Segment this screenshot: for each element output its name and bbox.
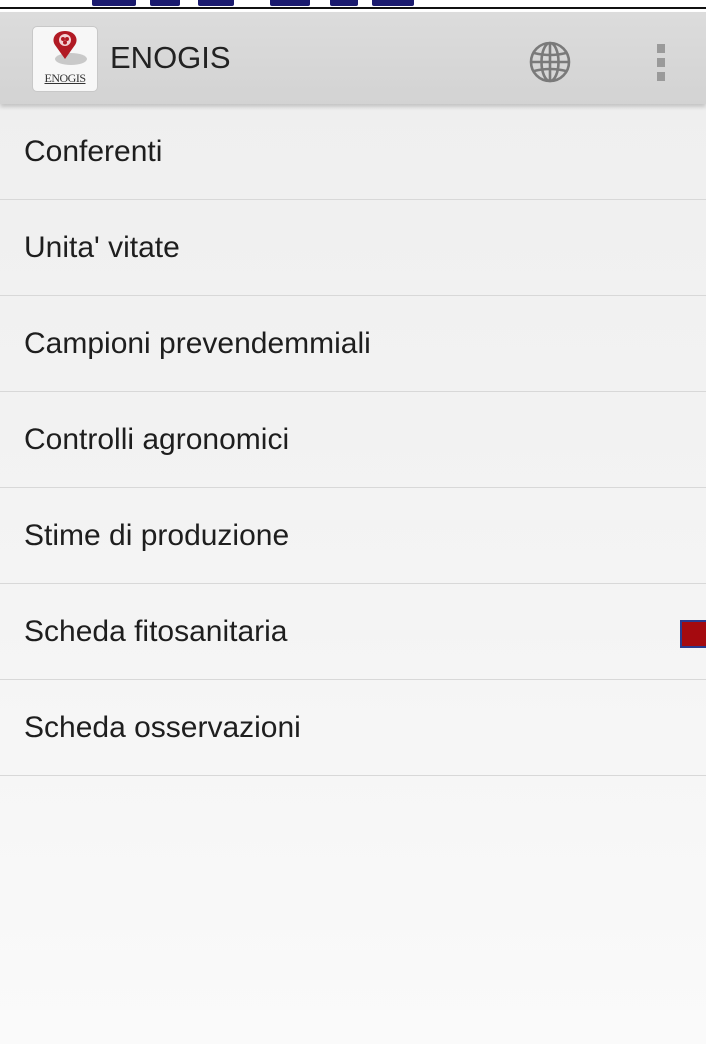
- top-edge-fragment: [150, 0, 180, 6]
- menu-item-campioni-prevendemmiali[interactable]: Campioni prevendemmiali: [0, 296, 706, 392]
- top-edge-strip: [0, 0, 706, 12]
- menu-item-label: Conferenti: [24, 135, 163, 168]
- overflow-menu-button[interactable]: [640, 34, 680, 90]
- overflow-dot: [657, 44, 665, 53]
- menu-item-label: Campioni prevendemmiali: [24, 327, 371, 360]
- menu-item-unita-vitate[interactable]: Unita' vitate: [0, 200, 706, 296]
- menu-item-label: Stime di produzione: [24, 519, 290, 552]
- menu-item-controlli-agronomici[interactable]: Controlli agronomici: [0, 392, 706, 488]
- menu-item-scheda-osservazioni[interactable]: Scheda osservazioni: [0, 680, 706, 776]
- top-edge-line: [0, 7, 706, 9]
- language-globe-button[interactable]: [524, 36, 576, 88]
- menu-item-label: Controlli agronomici: [24, 423, 290, 456]
- menu-item-label: Scheda osservazioni: [24, 711, 301, 744]
- menu-item-label: Scheda fitosanitaria: [24, 615, 288, 648]
- grape-leaf-pin-icon: [53, 31, 87, 65]
- menu-item-conferenti[interactable]: Conferenti: [0, 104, 706, 200]
- status-indicator: [680, 620, 706, 648]
- overflow-dot: [657, 58, 665, 67]
- top-edge-fragment: [330, 0, 358, 6]
- top-edge-fragment: [198, 0, 234, 6]
- top-edge-fragment: [92, 0, 136, 6]
- app-bar: ENOGIS ENOGIS: [0, 12, 706, 104]
- app-title: ENOGIS: [110, 40, 231, 75]
- app-logo: ENOGIS: [32, 26, 98, 92]
- globe-icon: [529, 41, 571, 83]
- top-edge-fragment: [372, 0, 414, 6]
- logo-text: ENOGIS: [44, 71, 87, 85]
- menu-item-scheda-fitosanitaria[interactable]: Scheda fitosanitaria: [0, 584, 706, 680]
- menu-item-label: Unita' vitate: [24, 231, 180, 264]
- overflow-dot: [657, 72, 665, 81]
- main-menu-list: Conferenti Unita' vitate Campioni preven…: [0, 104, 706, 776]
- top-edge-fragment: [270, 0, 310, 6]
- menu-item-stime-di-produzione[interactable]: Stime di produzione: [0, 488, 706, 584]
